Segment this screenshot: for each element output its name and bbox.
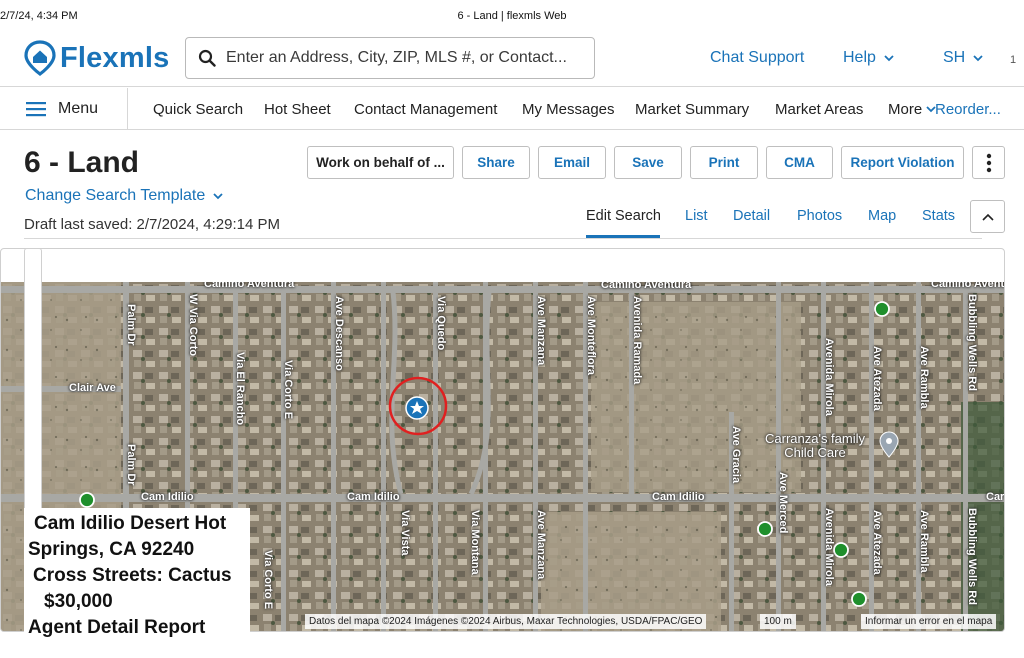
street-label: Avenida Mirola xyxy=(823,338,835,416)
tab-photos[interactable]: Photos xyxy=(797,208,842,224)
main-nav: Menu Quick Search Hot Sheet Contact Mana… xyxy=(0,88,1024,130)
report-violation-button[interactable]: Report Violation xyxy=(841,146,964,179)
collapse-button[interactable] xyxy=(970,200,1005,233)
nav-contact-management[interactable]: Contact Management xyxy=(354,101,497,118)
street-label: Cam Idilio xyxy=(347,491,400,503)
nav-reorder[interactable]: Reorder... xyxy=(935,101,1001,118)
street-label: Avenida Mirola xyxy=(823,508,835,586)
street-label: Clair Ave xyxy=(69,382,116,394)
more-actions-button[interactable] xyxy=(972,146,1005,179)
edge-digit: 1 xyxy=(1010,54,1017,66)
cma-button[interactable]: CMA xyxy=(766,146,833,179)
tab-stats[interactable]: Stats xyxy=(922,208,955,224)
street-label: Ave Merced xyxy=(777,472,789,534)
street-label: Car xyxy=(986,491,1005,503)
street-label: Cam Idilio xyxy=(652,491,705,503)
map-scale: 100 m xyxy=(760,614,796,629)
chat-support-link[interactable]: Chat Support xyxy=(710,49,804,67)
user-menu[interactable]: SH xyxy=(943,49,983,67)
street-label: Via Quedo xyxy=(435,296,447,351)
info-city-line: Springs, CA 92240 xyxy=(28,539,195,560)
nav-more[interactable]: More xyxy=(888,101,936,118)
street-label: Via Corto E xyxy=(262,550,274,610)
chat-support-label: Chat Support xyxy=(710,49,805,66)
street-label: Palm Dr xyxy=(125,444,137,486)
flexmls-logo[interactable]: Flexmls xyxy=(24,40,169,76)
chevron-down-icon xyxy=(213,192,223,199)
nav-more-label: More xyxy=(888,101,923,118)
user-initials: SH xyxy=(943,49,966,66)
report-map-error-link[interactable]: Informar un error en el mapa xyxy=(861,614,997,629)
street-label: W Via Corto xyxy=(187,294,199,357)
chevron-down-icon xyxy=(973,54,983,61)
info-report-link[interactable]: Agent Detail Report xyxy=(28,615,250,641)
info-address-line: Cam Idilio Desert Hot xyxy=(34,513,227,534)
street-label: Cam Idilio xyxy=(141,491,194,503)
street-label: Via Montana xyxy=(469,510,481,575)
street-label: Ave Manzana xyxy=(535,510,547,580)
change-search-template[interactable]: Change Search Template xyxy=(25,187,223,205)
poi-name-line1: Carranza's family xyxy=(765,431,866,446)
help-menu[interactable]: Help xyxy=(843,49,894,67)
kebab-icon xyxy=(986,153,991,172)
street-label: Ave Atezada xyxy=(871,346,883,411)
poi-label[interactable]: Carranza's family Child Care xyxy=(765,432,865,460)
tab-edit-search[interactable]: Edit Search xyxy=(586,208,661,224)
poi-name-line2: Child Care xyxy=(784,445,846,460)
street-label: Camino Aventura xyxy=(204,282,295,290)
work-on-behalf-button[interactable]: Work on behalf of ... xyxy=(307,146,454,179)
street-label: Camino Aventu xyxy=(931,282,1005,290)
tab-map[interactable]: Map xyxy=(868,208,896,224)
info-cross-streets: Cross Streets: Cactus xyxy=(33,565,232,586)
nav-market-areas[interactable]: Market Areas xyxy=(775,101,863,118)
change-template-label: Change Search Template xyxy=(25,187,206,204)
street-label: Palm Dr xyxy=(125,304,137,346)
global-search[interactable] xyxy=(185,37,595,79)
info-price: $30,000 xyxy=(44,591,113,612)
street-label: Ave Gracia xyxy=(730,426,742,484)
street-label: Bubbling Wells Rd xyxy=(966,508,978,605)
share-button[interactable]: Share xyxy=(462,146,530,179)
page-title: 6 - Land xyxy=(24,146,140,179)
app-header: Flexmls Chat Support Help SH 1 xyxy=(0,30,1024,87)
help-label: Help xyxy=(843,49,876,66)
street-label: Ave Rambla xyxy=(918,510,930,573)
street-label: Ave Atezada xyxy=(871,510,883,575)
listing-info-card: Cam Idilio Desert Hot Springs, CA 92240 … xyxy=(24,508,250,638)
draft-saved-text: Draft last saved: 2/7/2024, 4:29:14 PM xyxy=(24,216,280,233)
nav-quick-search[interactable]: Quick Search xyxy=(153,101,243,118)
street-label: Camino Aventura xyxy=(601,282,692,291)
search-icon xyxy=(198,49,216,67)
window-title: 6 - Land | flexmls Web xyxy=(457,10,567,22)
menu-button[interactable]: Menu xyxy=(0,88,128,130)
street-label: Avenida Ramada xyxy=(631,296,643,385)
tab-detail[interactable]: Detail xyxy=(733,208,770,224)
print-button[interactable]: Print xyxy=(690,146,758,179)
search-input[interactable] xyxy=(226,49,586,67)
street-label: Via El Rancho xyxy=(234,352,246,426)
street-label: Ave Monteflora xyxy=(585,296,597,376)
tab-list[interactable]: List xyxy=(685,208,708,224)
street-label: Via Vista xyxy=(399,510,411,556)
logo-text: Flexmls xyxy=(60,41,170,74)
nav-hot-sheet[interactable]: Hot Sheet xyxy=(264,101,331,118)
menu-label: Menu xyxy=(58,100,99,117)
map-attribution: Datos del mapa ©2024 Imágenes ©2024 Airb… xyxy=(305,614,707,629)
street-label: Via Corto E xyxy=(282,360,294,420)
nav-market-summary[interactable]: Market Summary xyxy=(635,101,749,118)
status-bar: 2/7/24, 4:34 PM 6 - Land | flexmls Web xyxy=(0,0,1024,30)
save-button[interactable]: Save xyxy=(614,146,682,179)
street-label: Ave Rambla xyxy=(918,346,930,409)
street-label: Ave Manzana xyxy=(535,296,547,366)
panel-resize-handle[interactable] xyxy=(24,248,42,518)
email-button[interactable]: Email xyxy=(538,146,606,179)
house-pin-icon xyxy=(24,40,56,76)
street-label: Bubbling Wells Rd xyxy=(966,294,978,391)
hamburger-icon xyxy=(26,102,46,117)
chevron-down-icon xyxy=(884,54,894,61)
chevron-up-icon xyxy=(981,213,994,221)
street-label: Ave Descanso xyxy=(333,296,345,371)
nav-my-messages[interactable]: My Messages xyxy=(522,101,615,118)
tabs-divider xyxy=(24,238,982,239)
